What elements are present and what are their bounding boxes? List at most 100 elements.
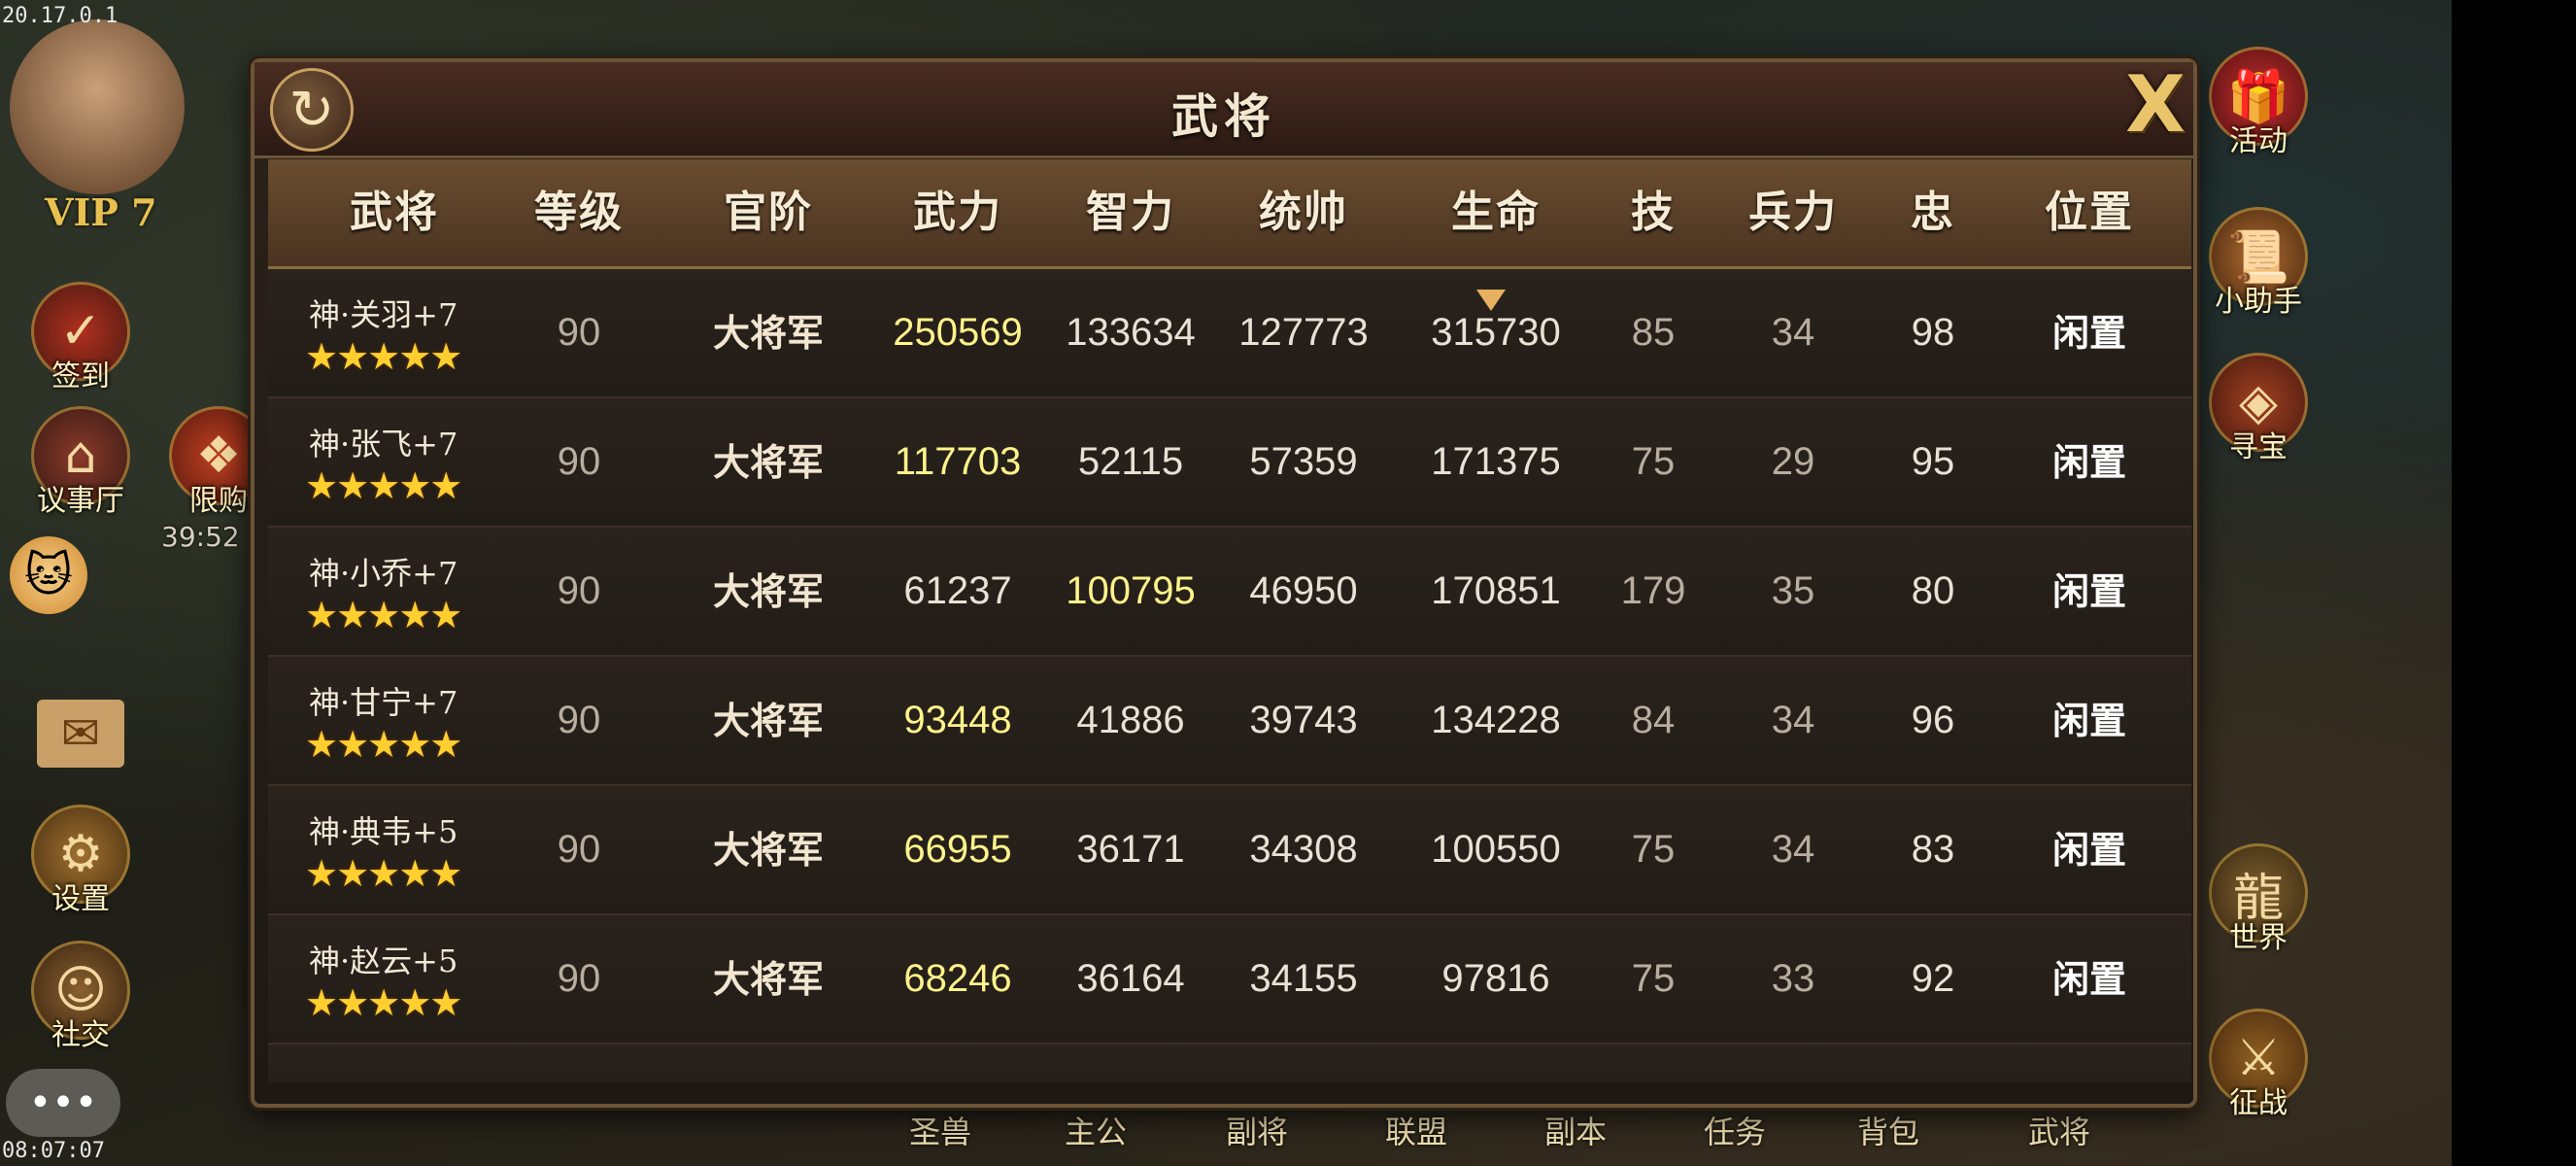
cell-level: 90 (557, 957, 601, 1000)
cell-loyalty: 96 (1911, 699, 1955, 741)
table-row[interactable]: 神·典韦+5 ★★★★★ 90 大将军 66955 36171 34308 100550 75 3… (268, 786, 2191, 915)
cell-hp: 315730 (1431, 311, 1561, 354)
header-col-intel[interactable]: 智力 (1048, 159, 1213, 266)
refresh-button[interactable]: ↻ (270, 68, 354, 152)
general-name: 神·赵云+5 (309, 943, 458, 979)
star-rating-icon: ★★★★★ (305, 852, 462, 895)
chat-icon[interactable]: ••• (6, 1069, 120, 1137)
cell-loyalty: 80 (1911, 569, 1955, 612)
cell-force: 61237 (903, 569, 1012, 612)
cell-level: 90 (557, 440, 601, 483)
tab-quests[interactable]: 任务 (1704, 1108, 1766, 1152)
cell-hp: 97816 (1441, 957, 1550, 1000)
table-row[interactable]: 神·赵云+5 ★★★★★ 90 大将军 68246 36164 34155 97816 75 33… (268, 915, 2191, 1045)
player-avatar[interactable] (10, 19, 185, 194)
cell-force: 93448 (903, 699, 1012, 741)
cell-position[interactable]: 闲置 (2012, 528, 2167, 655)
events-label: 活动 (2229, 124, 2288, 158)
cell-command: 127773 (1238, 311, 1369, 354)
table-row[interactable]: 神·张飞+7 ★★★★★ 90 大将军 117703 52115 57359 171375 75… (268, 398, 2191, 528)
generals-table: 武将 等级 官阶 武力 智力 统帅 生命技兵力忠位置 神·关羽+7 ★★★★★ 90 大将军 250… (268, 159, 2191, 1082)
header-col-position[interactable]: 位置 (2012, 159, 2167, 266)
sign-in-label: 签到 (51, 360, 110, 394)
header-col-force[interactable]: 武力 (875, 159, 1040, 266)
tab-lord[interactable]: 主公 (1065, 1108, 1127, 1152)
cell-intel: 41886 (1076, 699, 1185, 741)
header-col-level[interactable]: 等级 (511, 159, 647, 266)
general-name: 神·甘宁+7 (309, 684, 458, 721)
cell-loyalty: 95 (1911, 440, 1955, 483)
cell-position[interactable]: 闲置 (2012, 398, 2167, 526)
cell-loyalty: 83 (1911, 828, 1955, 871)
social-button[interactable]: ☺ 社交 (27, 933, 134, 1052)
cell-skill: 75 (1631, 440, 1676, 483)
general-name: 神·关羽+7 (309, 296, 458, 333)
cell-intel: 100795 (1066, 569, 1196, 612)
cell-level: 90 (557, 828, 601, 871)
table-row[interactable]: 神·关羽+7 ★★★★★ 90 大将军 250569 133634 127773 315730… (268, 269, 2191, 398)
cell-troops: 34 (1771, 828, 1815, 871)
tab-alliance[interactable]: 联盟 (1385, 1108, 1447, 1152)
cell-hp: 170851 (1431, 569, 1561, 612)
cell-rank: 大将军 (712, 828, 824, 872)
cell-position[interactable]: 闲置 (2012, 786, 2167, 913)
settings-button[interactable]: ⚙ 设置 (27, 797, 134, 916)
sign-in-button[interactable]: ✓ 签到 (27, 274, 134, 394)
world-button[interactable]: 龍 世界 (2205, 836, 2312, 955)
cell-position[interactable]: 闲置 (2012, 657, 2167, 784)
table-header: 武将 等级 官阶 武力 智力 统帅 生命技兵力忠位置 (268, 159, 2191, 269)
header-col-rank[interactable]: 官阶 (681, 159, 856, 266)
helper-button[interactable]: 📜 小助手 (2205, 199, 2312, 319)
general-name: 神·小乔+7 (309, 555, 458, 592)
close-button[interactable]: X (2119, 59, 2191, 150)
tab-bag[interactable]: 背包 (1857, 1108, 1919, 1152)
treasure-button[interactable]: ◈ 寻宝 (2205, 345, 2312, 464)
events-button[interactable]: 🎁 活动 (2205, 39, 2312, 158)
cell-troops: 35 (1771, 569, 1815, 612)
cell-position[interactable]: 闲置 (2012, 915, 2167, 1043)
mail-icon[interactable]: ✉ (37, 700, 124, 768)
cell-force: 250569 (893, 311, 1023, 354)
cell-command: 46950 (1249, 569, 1358, 612)
cell-troops: 33 (1771, 957, 1815, 1000)
cell-troops: 29 (1771, 440, 1815, 483)
star-rating-icon: ★★★★★ (305, 981, 462, 1024)
generals-dialog: ↻ 武将 X 武将 等级 官阶 武力 智力 统帅 生命技兵力忠位置 神·关羽+7 ★★★★★ 9… (251, 58, 2197, 1108)
header-col-loyalty[interactable]: 忠 (1884, 159, 1982, 266)
star-rating-icon: ★★★★★ (305, 464, 462, 507)
header-col-general[interactable]: 武将 (297, 159, 491, 266)
council-hall-button[interactable]: ⌂ 议事厅 (27, 398, 134, 518)
general-name: 神·张飞+7 (309, 426, 458, 463)
cell-loyalty: 92 (1911, 957, 1955, 1000)
cell-position[interactable]: 闲置 (2012, 269, 2167, 396)
star-rating-icon: ★★★★★ (305, 594, 462, 636)
world-label: 世界 (2229, 921, 2288, 955)
header-col-skill[interactable]: 技 (1605, 159, 1702, 266)
tab-holy-beast[interactable]: 圣兽 (909, 1108, 971, 1152)
screen-edge (2452, 0, 2576, 1166)
header-col-troops[interactable]: 兵力 (1725, 159, 1861, 266)
campaign-label: 征战 (2229, 1086, 2288, 1120)
cell-skill: 75 (1631, 828, 1676, 871)
cell-force: 68246 (903, 957, 1012, 1000)
cell-intel: 36164 (1076, 957, 1185, 1000)
dialog-title-bar: ↻ 武将 X (254, 59, 2193, 158)
table-row[interactable]: 神·小乔+7 ★★★★★ 90 大将军 61237 100795 46950 170851 17… (268, 528, 2191, 657)
vip-badge: VIP 7 (45, 190, 157, 234)
tab-dungeon[interactable]: 副本 (1544, 1108, 1607, 1152)
tab-deputy[interactable]: 副将 (1226, 1108, 1288, 1152)
cell-command: 34155 (1249, 957, 1358, 1000)
cell-skill: 85 (1631, 311, 1676, 354)
cell-troops: 34 (1771, 699, 1815, 741)
tab-generals[interactable]: 武将 (2028, 1108, 2090, 1152)
social-label: 社交 (51, 1018, 110, 1052)
dialog-title: 武将 (1170, 89, 1277, 144)
mascot-cat-icon[interactable]: 🐱 (10, 536, 87, 614)
cell-hp: 171375 (1431, 440, 1561, 483)
table-row-partial[interactable] (268, 1045, 2191, 1082)
cell-hp: 100550 (1431, 828, 1561, 871)
table-row[interactable]: 神·甘宁+7 ★★★★★ 90 大将军 93448 41886 39743 134228 84 3… (268, 657, 2191, 786)
header-col-command[interactable]: 统帅 (1221, 159, 1386, 266)
campaign-button[interactable]: ⚔ 征战 (2205, 1001, 2312, 1120)
header-col-hp[interactable]: 生命 (1399, 159, 1593, 266)
